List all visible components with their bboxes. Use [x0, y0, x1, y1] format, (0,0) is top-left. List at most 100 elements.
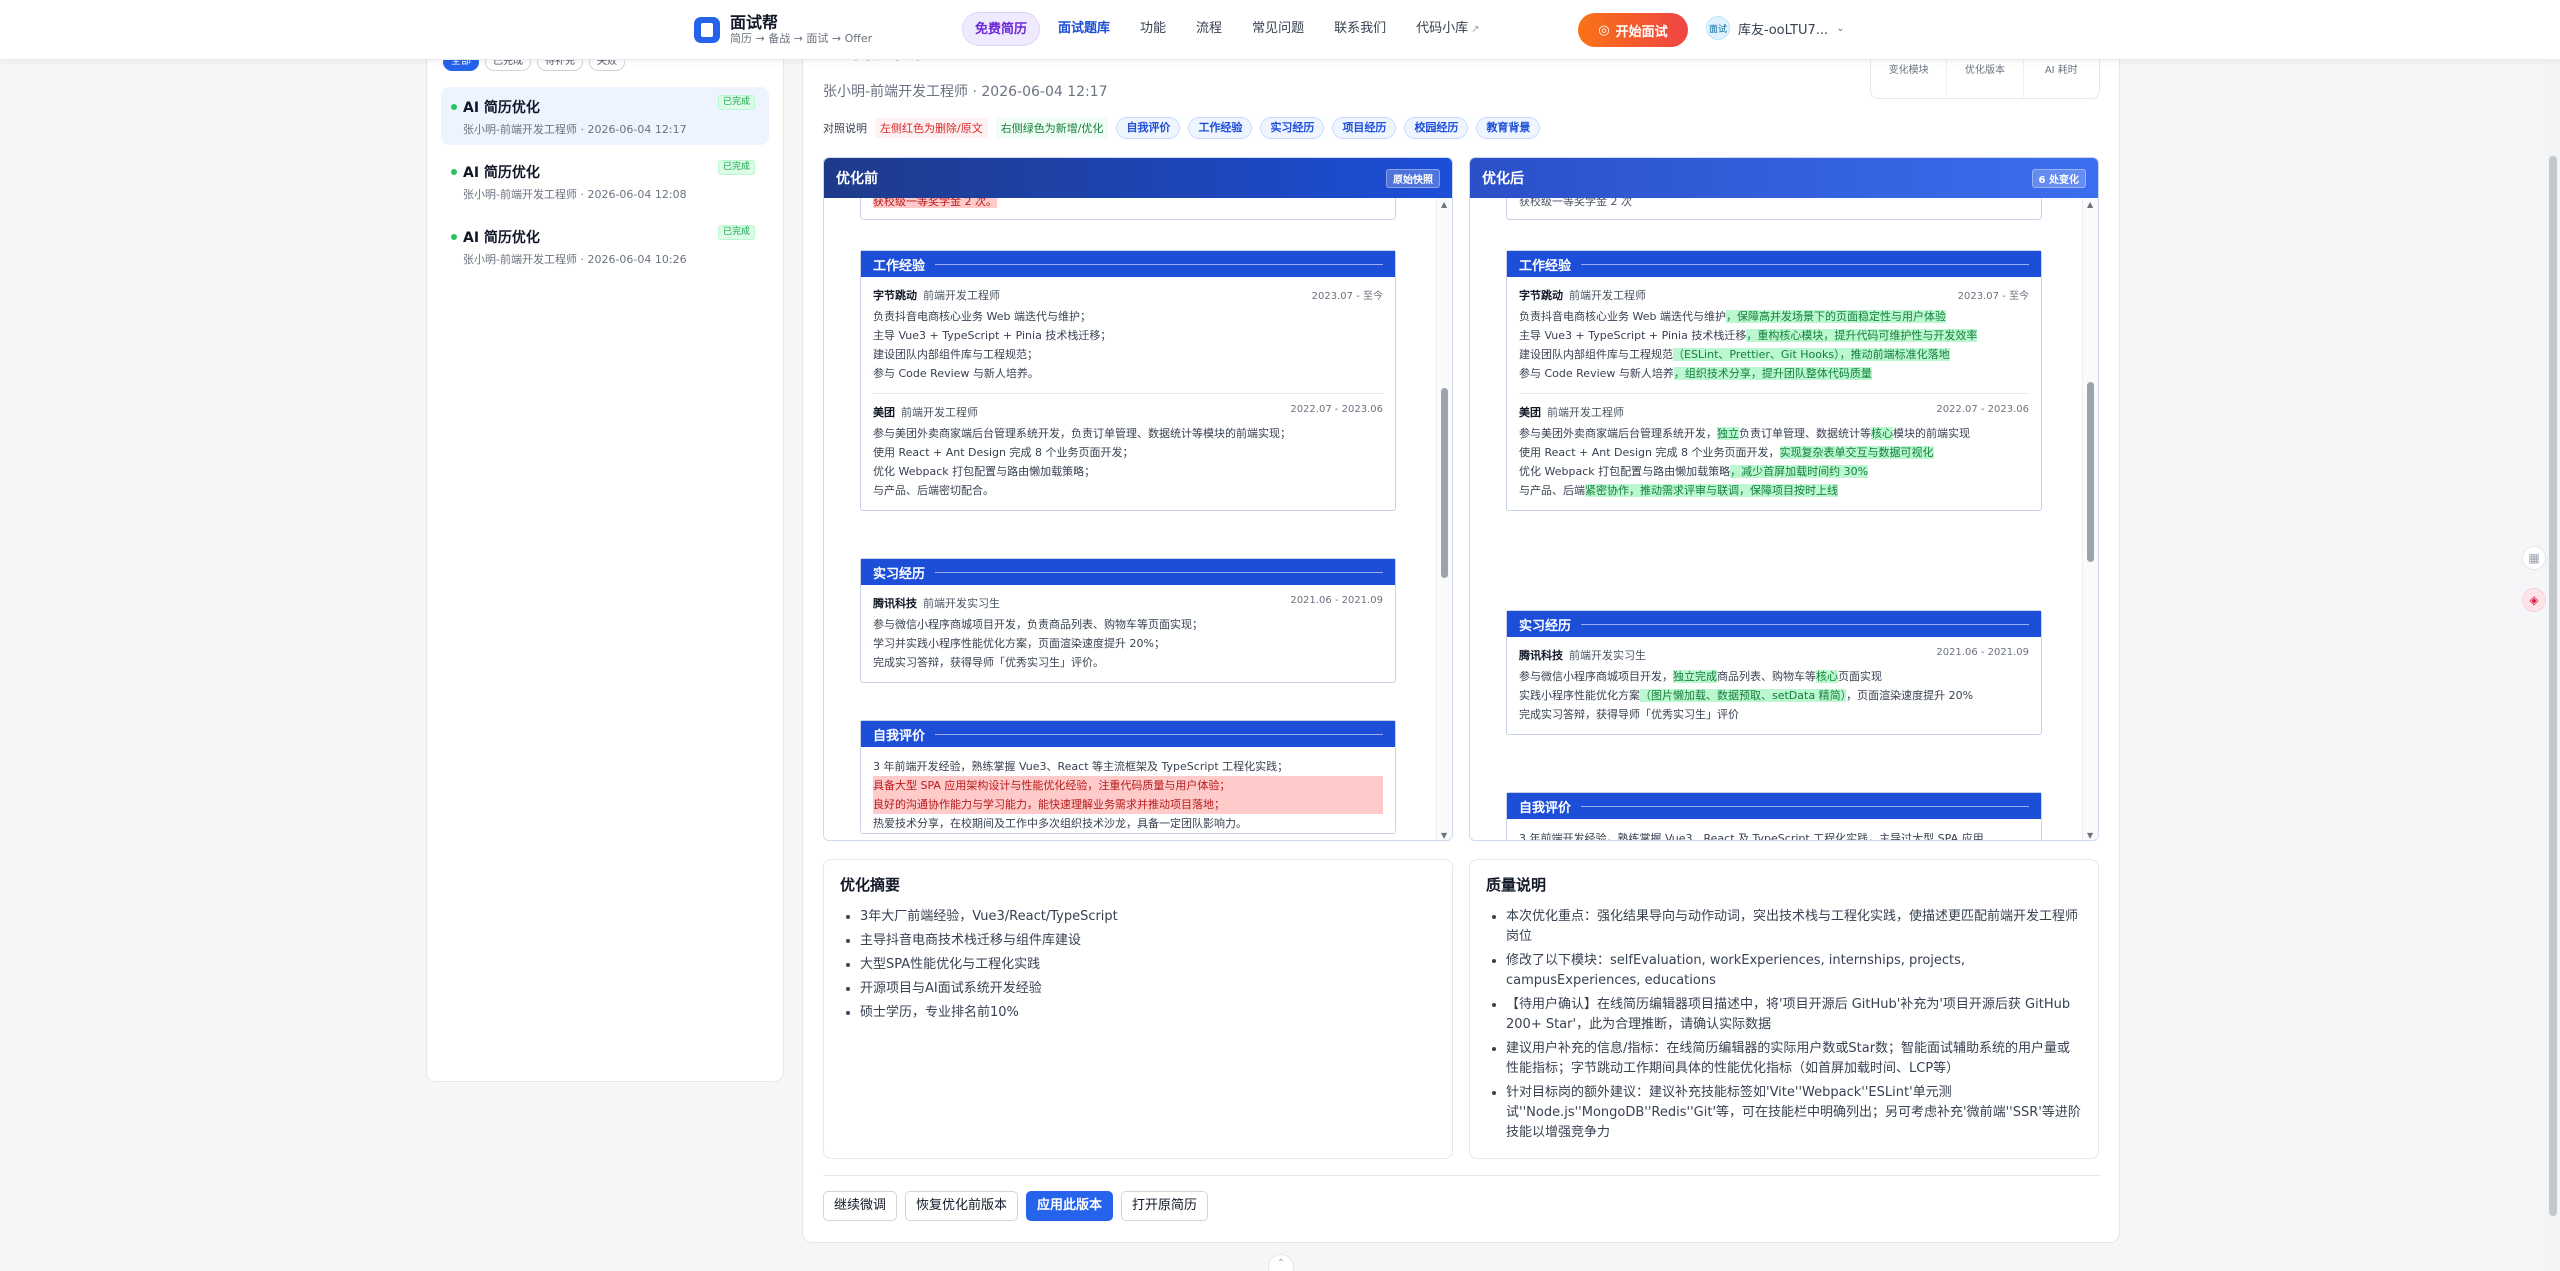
section-header: 工作经验 [861, 251, 1395, 277]
open-original-resume-button[interactable]: 打开原简历 [1121, 1191, 1209, 1221]
scroll-up-icon[interactable]: ▲ [2087, 200, 2093, 209]
section-header: 实习经历 [1507, 611, 2041, 637]
quality-list: 本次优化重点：强化结果导向与动作动词，突出技术栈与工程化实践，使描述更匹配前端开… [1486, 907, 2082, 1143]
section-chip-campus[interactable]: 校园经历 [1404, 117, 1469, 139]
nav-features[interactable]: 功能 [1128, 12, 1178, 46]
history-item[interactable]: AI 简历优化 张小明-前端开发工程师 · 2026-06-04 12:08 已… [441, 152, 769, 210]
page-scrollbar[interactable] [2546, 60, 2560, 1271]
legend-deleted: 左侧红色为删除/原文 [875, 118, 988, 138]
section-title: 实习经历 [873, 566, 926, 582]
history-item-meta: 张小明-前端开发工程师 · 2026-06-04 10:26 [463, 253, 687, 266]
section-chip-education[interactable]: 教育背景 [1476, 117, 1541, 139]
section-title: 自我评价 [873, 728, 926, 744]
job-role: 前端开发工程师 [923, 289, 1000, 302]
work-line: 优化 Webpack 打包配置与路由懒加载策略，减少首屏加载时间约 30% [1519, 462, 2029, 481]
before-resume-view[interactable]: 获校级一等奖学金 2 次。 工作经验 字节跳动 前端开发工程师 2023.07 - … [824, 198, 1432, 840]
brand[interactable]: 面试帮 简历 → 备战 → 面试 → Offer [694, 14, 872, 46]
grid-icon[interactable]: ▦ [2522, 546, 2546, 570]
company-name: 腾讯科技 [1519, 649, 1563, 662]
summary-item: 硕士学历，专业排名前10% [860, 1003, 1436, 1023]
original-text: 与产品、后端 [1519, 484, 1585, 497]
self-eval-entry: 3 年前端开发经验，熟练掌握 Vue3、React 等主流框架及 TypeScr… [861, 747, 1395, 833]
work-line: 参与美团外卖商家端后台管理系统开发，负责订单管理、数据统计等模块的前端实现； [873, 427, 1291, 440]
user-menu[interactable]: 面试 库友-ooLTU7... ⌄ [1706, 16, 1845, 40]
brand-logo-icon [694, 17, 720, 43]
nav-faq[interactable]: 常见问题 [1240, 12, 1316, 46]
added-text: （ESLint、Prettier、Git Hooks），推动前端标准化落地 [1673, 348, 1950, 361]
section-chip-internship[interactable]: 实习经历 [1260, 117, 1325, 139]
assistant-icon[interactable]: ◈ [2522, 588, 2546, 612]
status-dot [451, 104, 457, 110]
start-interview-label: 开始面试 [1615, 24, 1668, 40]
internship-entry: 腾讯科技 前端开发实习生 2021.06 - 2021.09 参与微信小程序商城项目… [1507, 637, 2041, 734]
section-title: 自我评价 [1519, 800, 1572, 816]
added-text: ，保障高并发场景下的页面稳定性与用户体验 [1725, 310, 1946, 323]
job-date: 2023.07 - 至今 [1311, 291, 1383, 302]
job-date: 2021.06 - 2021.09 [1936, 647, 2029, 658]
quality-item: 修改了以下模块：selfEvaluation, workExperiences,… [1506, 951, 2082, 991]
quality-item: 针对目标岗的额外建议：建议补充技能标签如'Vite''Webpack''ESLi… [1506, 1083, 2082, 1143]
job-role: 前端开发工程师 [901, 406, 978, 419]
work-line: 参与 Code Review 与新人培养。 [873, 367, 1039, 380]
section-chip-projects[interactable]: 项目经历 [1332, 117, 1397, 139]
work-line: 建设团队内部组件库与工程规范（ESLint、Prettier、Git Hooks… [1519, 345, 2029, 364]
job-role: 前端开发工程师 [1547, 406, 1624, 419]
nav-code-library[interactable]: 代码小库 ↗ [1404, 12, 1491, 46]
nav-process[interactable]: 流程 [1184, 12, 1234, 46]
work-section: 工作经验 字节跳动 前端开发工程师 2023.07 - 至今 负责抖音电商核心业务 … [1506, 250, 2042, 511]
summary-box: 优化摘要 3年大厂前端经验，Vue3/React/TypeScript 主导抖音… [823, 859, 1453, 1159]
section-chip-self-eval[interactable]: 自我评价 [1116, 117, 1181, 139]
history-item[interactable]: AI 简历优化 张小明-前端开发工程师 · 2026-06-04 12:17 已… [441, 87, 769, 145]
added-text: 独立 [1717, 427, 1739, 440]
work-line: 主导 Vue3 + TypeScript + Pinia 技术栈迁移，重构核心模… [1519, 326, 2029, 345]
scroll-down-icon[interactable]: ▼ [2087, 831, 2093, 840]
scroll-thumb[interactable] [2087, 382, 2094, 562]
restore-original-button[interactable]: 恢复优化前版本 [905, 1191, 1019, 1221]
after-panel-header: 优化后 6 处变化 [1470, 158, 2098, 198]
status-badge: 已完成 [717, 95, 755, 110]
before-panel-header: 优化前 原始快照 [824, 158, 1452, 198]
page-scroll-thumb[interactable] [2549, 156, 2557, 1216]
history-item[interactable]: AI 简历优化 张小明-前端开发工程师 · 2026-06-04 10:26 已… [441, 217, 769, 275]
snapshot-badge: 原始快照 [1386, 168, 1440, 188]
work-section: 工作经验 字节跳动 前端开发工程师 2023.07 - 至今 负责抖音电商核心业务 … [860, 250, 1396, 511]
section-title: 工作经验 [1519, 258, 1572, 274]
scroll-down-icon[interactable]: ▼ [1441, 831, 1447, 840]
after-scrollbar[interactable]: ▲ ▼ [2082, 198, 2098, 840]
original-text: 参与 Code Review 与新人培养 [1519, 367, 1674, 380]
original-text: 使用 React + Ant Design 完成 8 个业务页面开发， [1519, 446, 1780, 459]
original-text: ，页面渲染速度提升 20% [1846, 689, 1974, 702]
start-interview-button[interactable]: ◎ 开始面试 [1578, 13, 1688, 47]
history-item-meta: 张小明-前端开发工程师 · 2026-06-04 12:17 [463, 123, 687, 136]
after-panel: 优化后 6 处变化 获校级一等奖学金 2 次 工作经验 字节跳动 前端开发工程师 2… [1469, 157, 2099, 841]
self-eval-line: 3 年前端开发经验，熟练掌握 Vue3、React 及 TypeScript 工… [1519, 832, 1984, 841]
deleted-text: 获校级一等奖学金 2 次。 [873, 198, 997, 208]
nav-free-resume[interactable]: 免费简历 [962, 12, 1041, 46]
added-text: 核心 [1816, 670, 1838, 683]
collapse-icon[interactable]: ⌃ [1268, 1254, 1294, 1271]
work-line: 负责抖音电商核心业务 Web 端迭代与维护，保障高并发场景下的页面稳定性与用户体… [1519, 307, 2029, 326]
section-chip-work[interactable]: 工作经验 [1188, 117, 1253, 139]
summary-item: 大型SPA性能优化与工程化实践 [860, 955, 1436, 975]
work-line: 使用 React + Ant Design 完成 8 个业务页面开发； [873, 446, 1134, 459]
original-text: 参与美团外卖商家端后台管理系统开发， [1519, 427, 1717, 440]
summary-list: 3年大厂前端经验，Vue3/React/TypeScript 主导抖音电商技术栈… [840, 907, 1436, 1023]
work-entry: 字节跳动 前端开发工程师 2023.07 - 至今 负责抖音电商核心业务 Web 端… [861, 277, 1395, 383]
after-resume-view[interactable]: 获校级一等奖学金 2 次 工作经验 字节跳动 前端开发工程师 2023.07 - 至… [1470, 198, 2078, 841]
nav-question-bank[interactable]: 面试题库 [1046, 12, 1122, 46]
top-navbar: 面试帮 简历 → 备战 → 面试 → Offer 免费简历 面试题库 功能 流程… [0, 0, 2560, 60]
nav-contact[interactable]: 联系我们 [1322, 12, 1398, 46]
scroll-thumb[interactable] [1441, 388, 1448, 578]
before-scrollbar[interactable]: ▲ ▼ [1436, 198, 1452, 840]
education-card-tail: 获校级一等奖学金 2 次。 [860, 198, 1396, 220]
job-date: 2021.06 - 2021.09 [1290, 595, 1383, 606]
scroll-up-icon[interactable]: ▲ [1441, 200, 1447, 209]
original-text: 商品列表、购物车等 [1717, 670, 1816, 683]
status-badge: 已完成 [717, 225, 755, 240]
internship-line: 完成实习答辩，获得导师「优秀实习生」评价。 [873, 656, 1104, 669]
apply-version-button[interactable]: 应用此版本 [1026, 1191, 1114, 1221]
continue-tuning-button[interactable]: 继续微调 [823, 1191, 898, 1221]
work-line: 负责抖音电商核心业务 Web 端迭代与维护； [873, 310, 1091, 323]
work-line: 参与 Code Review 与新人培养，组织技术分享，提升团队整体代码质量 [1519, 364, 2029, 383]
work-line: 使用 React + Ant Design 完成 8 个业务页面开发，实现复杂表… [1519, 443, 2029, 462]
